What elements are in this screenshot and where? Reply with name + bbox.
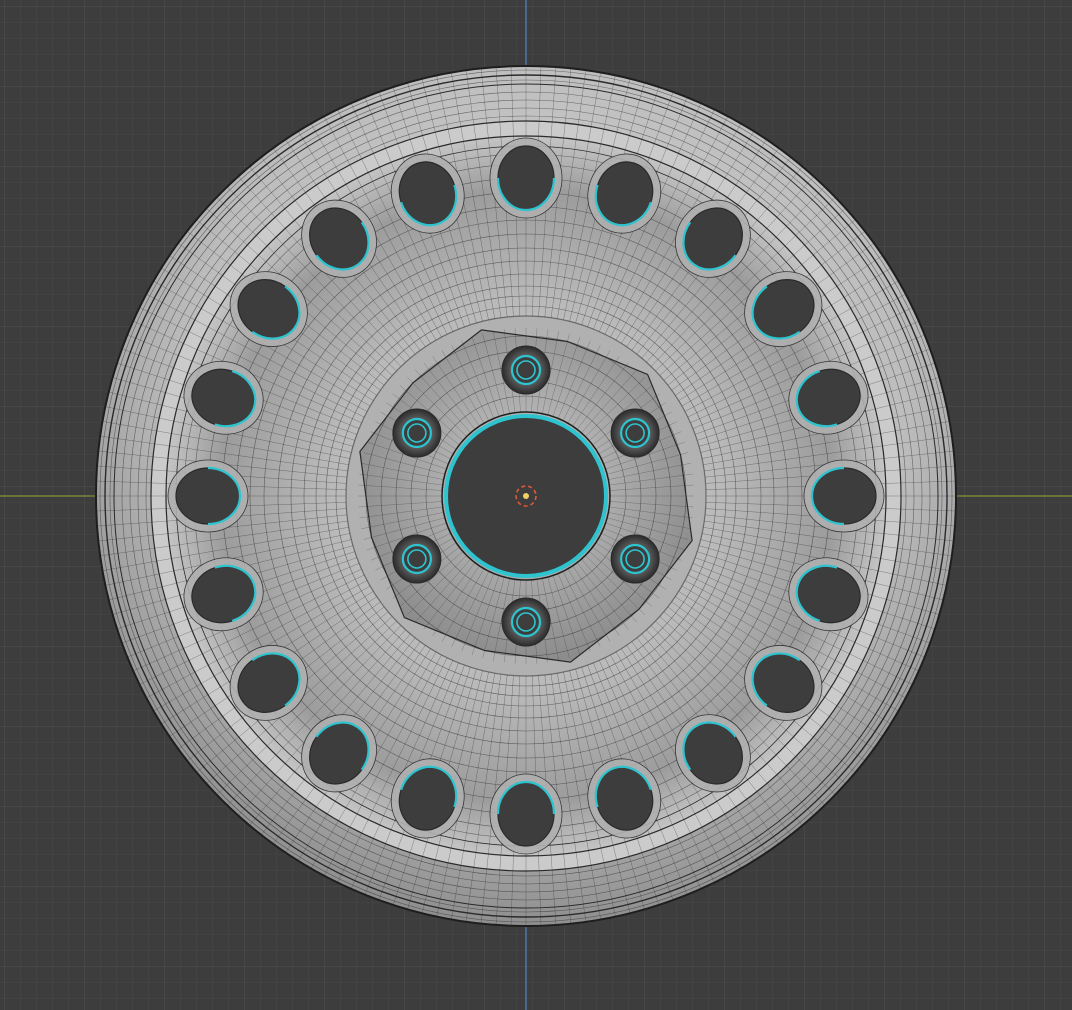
vent-hole — [803, 459, 885, 533]
vent-hole — [167, 459, 249, 533]
lug-nut — [392, 534, 442, 584]
vent-hole — [489, 773, 563, 855]
viewport-canvas[interactable] — [0, 0, 1072, 1010]
lug-nut — [501, 597, 551, 647]
lug-nut — [610, 408, 660, 458]
lug-nut — [392, 408, 442, 458]
3d-viewport[interactable] — [0, 0, 1072, 1010]
lug-nut — [610, 534, 660, 584]
lug-nut — [501, 345, 551, 395]
vent-hole — [489, 137, 563, 219]
